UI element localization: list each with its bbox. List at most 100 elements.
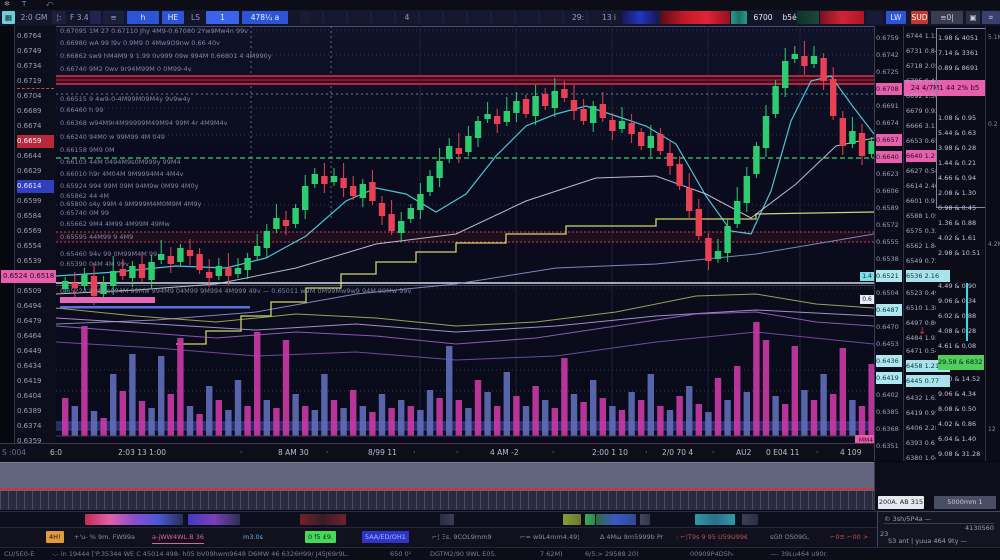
volume-bar: [744, 392, 750, 436]
left-price-scale[interactable]: 0.67640.67490.67340.67190.67040.66890.66…: [14, 26, 58, 461]
volume-bar: [801, 390, 807, 436]
order-book-row[interactable]: 2.98 & 10.51: [938, 247, 984, 259]
price-scale-row: 0.6614: [17, 180, 54, 193]
grid-layout-button[interactable]: ▦: [2, 11, 15, 24]
order-book-row[interactable]: 1.36 & 0.88: [938, 217, 984, 229]
order-book-row[interactable]: 0.89 & 8691: [938, 62, 984, 74]
price-scale-row: 0.6538: [876, 253, 902, 265]
chart-navigator[interactable]: [0, 462, 874, 491]
status-badge[interactable]: 5AA/ED/OH1: [362, 531, 409, 543]
order-book-row[interactable]: 7.14 & 3361: [938, 47, 984, 59]
volume-bar: [552, 408, 558, 436]
divider-chip[interactable]: ¦:: [52, 11, 66, 24]
indicator-chip[interactable]: [596, 514, 636, 525]
panel-icon-chip[interactable]: ▣: [966, 11, 980, 24]
price-scale-row: 0.6521: [876, 270, 902, 282]
price-scale-row: 0.6374: [17, 420, 54, 433]
timeframe-button[interactable]: h: [127, 11, 159, 24]
order-book-row[interactable]: 9.06 & 4.34: [938, 388, 984, 400]
navy-chip[interactable]: [867, 11, 883, 24]
footer-text: CU/5E0-E: [4, 550, 34, 558]
secondary-button[interactable]: 5000mm 1: [934, 496, 996, 509]
order-book-row[interactable]: 1.98 & 4051: [938, 32, 984, 44]
value-label-1: 6700: [749, 11, 777, 24]
order-book-row[interactable]: 5.10 & 14.52: [938, 373, 984, 385]
candlestick-chart[interactable]: 0.67095 1M 27 0.67110 Jhy 4M9-0.67080 2Y…: [56, 26, 874, 443]
volume-bar: [436, 398, 442, 436]
price-scale-row: 0.6674: [876, 117, 902, 129]
order-book-row[interactable]: 6.02 & 0.88: [938, 310, 984, 322]
order-book-row[interactable]: 1.44 & 0.21: [938, 157, 984, 169]
order-book-row[interactable]: 29.58 & 6832: [938, 355, 984, 370]
order-book-row[interactable]: 4.61 & 0.08: [938, 340, 984, 352]
order-book-price-label: 6419 0.95: [906, 407, 936, 419]
app-logo-icon[interactable]: ✻: [4, 0, 10, 8]
volume-bar: [609, 406, 615, 436]
indicator-chip[interactable]: [640, 514, 650, 525]
volume-bar: [772, 396, 778, 436]
order-book-row[interactable]: 9.06 & 0.34: [938, 295, 984, 307]
bottom-right-block: 200A. AB 315 5000mm 1: [874, 462, 1000, 511]
he-button[interactable]: HE: [162, 11, 184, 24]
indicator-chip[interactable]: [585, 514, 595, 525]
indicator-chip[interactable]: [188, 514, 240, 525]
red-meter-segment-2[interactable]: [820, 11, 864, 24]
one-minute-button[interactable]: 1: [206, 11, 239, 24]
indicator-chip[interactable]: [695, 514, 735, 525]
order-book-row[interactable]: 9.08 & 31.28: [938, 448, 984, 460]
status-badge[interactable]: 0 f5 £9.: [305, 531, 336, 543]
order-book-row[interactable]: 4.02 & 1.61: [938, 232, 984, 244]
time-axis-label: 4 109: [840, 448, 861, 457]
lw-button[interactable]: LW: [886, 11, 906, 24]
order-book-row[interactable]: 4.08 & 0.28: [938, 325, 984, 337]
order-book-price-label: 6692 1.58: [906, 90, 936, 102]
order-book-row[interactable]: 4.49 & 0.90: [938, 280, 984, 292]
order-book-price-label: 6731 0.84: [906, 45, 936, 57]
candle: [801, 56, 807, 66]
order-book-row[interactable]: 5.44 & 0.63: [938, 127, 984, 139]
indicator-chip[interactable]: [440, 514, 454, 525]
order-book-row[interactable]: 4.66 & 0.94: [938, 172, 984, 184]
price-chart-svg[interactable]: 0.67095 1M 27 0.67110 Jhy 4M9-0.67080 2Y…: [56, 26, 874, 443]
price-scale-row: 0.6599: [17, 195, 54, 208]
grid-button[interactable]: ⌗: [982, 11, 1000, 24]
volume-bar: [196, 414, 202, 436]
price-scale-row: 0.6734: [17, 60, 54, 73]
settings-chip[interactable]: ≡0|: [931, 11, 963, 24]
price-button[interactable]: 478¼ a: [242, 11, 288, 24]
volume-bar: [811, 400, 817, 436]
time-axis[interactable]: S :0046:02:03 13 1:00·8 AM 30·8/99 11··4…: [0, 443, 874, 462]
indicator-chip[interactable]: [300, 514, 346, 525]
spacer-chip[interactable]: [300, 11, 311, 24]
level-annotation: 0.65460 94v 99 0M99M4M 99: [60, 250, 157, 258]
text-tool-icon[interactable]: T: [22, 0, 26, 8]
volume-bar: [120, 391, 126, 436]
candle: [724, 226, 730, 253]
volume-bar: [283, 340, 289, 436]
indicator-chip[interactable]: [90, 11, 101, 24]
level-annotation: 0.65595 44M99 9 4M9: [60, 233, 133, 241]
confirm-button[interactable]: 200A. AB 315: [878, 496, 924, 509]
order-book-row[interactable]: 6.04 & 1.40: [938, 433, 984, 445]
order-book-row[interactable]: 4.02 & 0.86: [938, 418, 984, 430]
indicator-chip[interactable]: [742, 514, 758, 525]
sud-button[interactable]: SUD: [911, 11, 928, 24]
red-meter-segment[interactable]: [660, 11, 730, 24]
order-book-row[interactable]: 3.98 & 0.28: [938, 142, 984, 154]
list-chip[interactable]: ≡: [103, 11, 124, 24]
blue-meter-segment[interactable]: [622, 11, 658, 24]
right-price-scale[interactable]: 0.67590.67420.67250.67080.66910.66740.66…: [874, 26, 904, 461]
teal-meter-segment[interactable]: [731, 11, 747, 24]
undo-arrow-icon[interactable]: ⤺: [46, 0, 53, 9]
price-scale-row: 0.6606: [876, 185, 902, 197]
order-book-row[interactable]: 1.08 & 0.95: [938, 112, 984, 124]
volume-bar: [254, 332, 260, 436]
order-book-row[interactable]: 2.08 & 1.30: [938, 187, 984, 199]
status-badge[interactable]: 4H!: [46, 531, 64, 543]
order-book-row[interactable]: 0.98 & 0.45: [938, 202, 984, 214]
indicator-chip[interactable]: [85, 514, 183, 525]
candle: [196, 254, 202, 270]
green-meter-segment[interactable]: [797, 11, 819, 24]
indicator-chip[interactable]: [563, 514, 581, 525]
order-book-row[interactable]: 8.08 & 0.50: [938, 403, 984, 415]
